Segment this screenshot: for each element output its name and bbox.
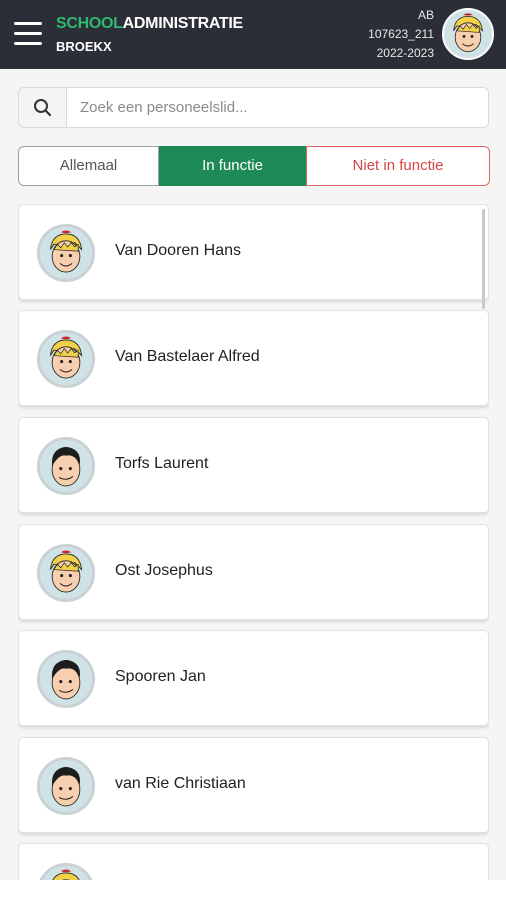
staff-card[interactable]: Ost Josephus — [18, 524, 489, 620]
search-bar — [18, 87, 489, 128]
brand-accent: SCHOOL — [56, 15, 123, 32]
girl-avatar-icon — [40, 227, 92, 279]
staff-avatar — [37, 224, 95, 282]
menu-icon[interactable] — [14, 22, 42, 46]
staff-name: van Rie Christiaan — [115, 775, 246, 792]
boy-avatar-icon — [40, 440, 92, 492]
search-icon — [34, 99, 52, 117]
staff-avatar — [37, 544, 95, 602]
staff-name: Torfs Laurent — [115, 455, 209, 472]
user-initials: AB — [417, 8, 434, 22]
staff-name: Ost Josephus — [115, 562, 213, 579]
user-meta: AB 107623_211 2022-2023 — [368, 6, 434, 63]
user-avatar[interactable] — [442, 8, 494, 60]
app-title: SCHOOLADMINISTRATIE — [56, 15, 243, 33]
staff-avatar — [37, 437, 95, 495]
staff-avatar — [37, 330, 95, 388]
app-header: SCHOOLADMINISTRATIE BROEKX AB 107623_211… — [0, 0, 506, 69]
tab-not-in-function[interactable]: Niet in functie — [306, 146, 490, 186]
staff-name: Van Dooren Hans — [115, 242, 241, 259]
tab-all[interactable]: Allemaal — [18, 146, 159, 186]
school-year: 2022-2023 — [376, 46, 434, 60]
brand-main: ADMINISTRATIE — [122, 15, 244, 32]
staff-card[interactable]: Torfs Laurent — [18, 417, 489, 513]
staff-card[interactable]: van Rie Christiaan — [18, 737, 489, 833]
girl-avatar-icon — [40, 547, 92, 599]
staff-avatar — [37, 757, 95, 815]
staff-card[interactable]: Spooren Jan — [18, 630, 489, 726]
girl-avatar-icon — [444, 10, 492, 58]
staff-list: Van Dooren Hans Van Bastelaer Alfred Tor… — [18, 204, 489, 884]
search-button[interactable] — [19, 88, 67, 127]
user-code: 107623_211 — [368, 27, 434, 41]
scrollbar[interactable] — [482, 209, 485, 309]
search-input[interactable] — [68, 88, 488, 127]
staff-card[interactable]: Van Dooren Hans — [18, 204, 489, 309]
tab-in-function[interactable]: In functie — [159, 146, 306, 186]
staff-card[interactable] — [18, 843, 489, 884]
staff-avatar — [37, 650, 95, 708]
staff-name: Van Bastelaer Alfred — [115, 348, 260, 365]
boy-avatar-icon — [40, 760, 92, 812]
staff-name: Spooren Jan — [115, 668, 206, 685]
filter-tabs: Allemaal In functie Niet in functie — [18, 146, 490, 186]
girl-avatar-icon — [40, 333, 92, 385]
staff-card[interactable]: Van Bastelaer Alfred — [18, 310, 489, 406]
boy-avatar-icon — [40, 653, 92, 705]
school-name: BROEKX — [56, 39, 112, 54]
bottom-bar — [0, 880, 506, 900]
